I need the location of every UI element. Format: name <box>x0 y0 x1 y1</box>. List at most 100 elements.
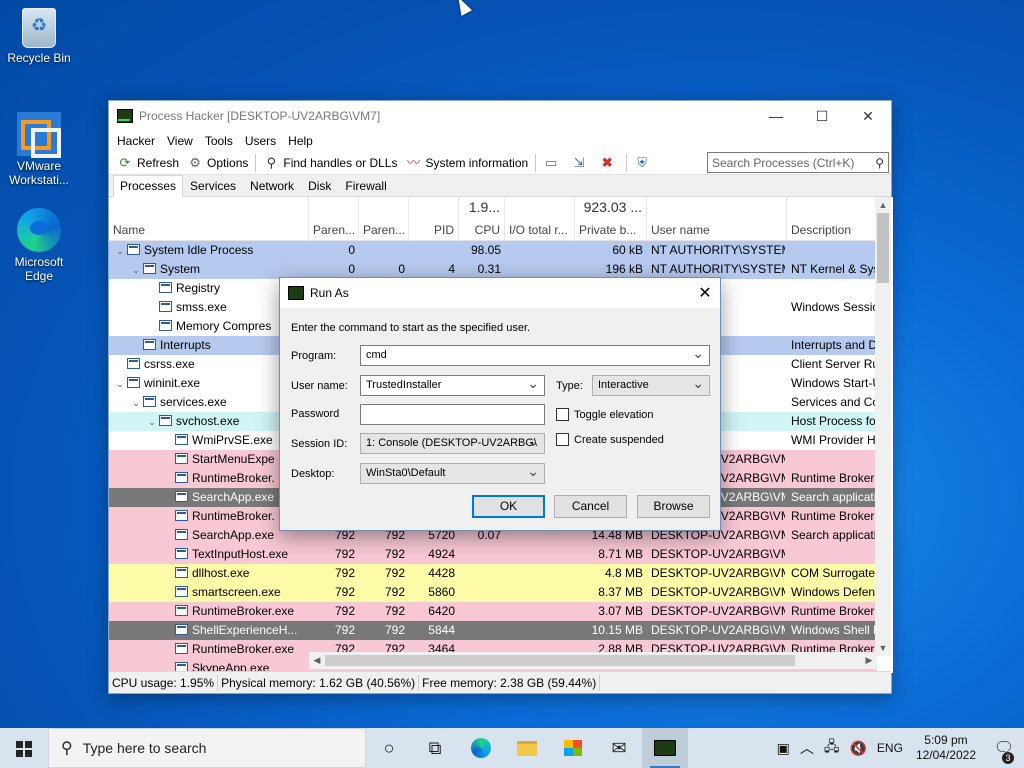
close-button[interactable]: ✕ <box>845 101 891 131</box>
desktop-combobox[interactable]: WinSta0\Default <box>360 463 545 484</box>
refresh-button[interactable]: ⟳ Refresh <box>113 152 183 174</box>
desktop-icon-edge[interactable]: Microsoft Edge <box>2 208 76 283</box>
scroll-right-icon[interactable]: ▶ <box>861 652 877 669</box>
refresh-icon: ⟳ <box>119 154 131 170</box>
process-icon <box>175 529 188 540</box>
volume-muted-icon[interactable]: 🔇 <box>844 740 871 757</box>
window-icon-button[interactable]: ▭ <box>539 152 567 174</box>
cell-pid: 5860 <box>428 585 455 599</box>
hscroll-thumb[interactable] <box>325 655 795 666</box>
dialog-close-button[interactable]: ✕ <box>690 283 720 303</box>
action-center-button[interactable]: 🗨 3 <box>984 738 1024 764</box>
column-private-bytes[interactable]: 923.03 ... Private b... <box>575 197 647 241</box>
column-user[interactable]: User name <box>647 197 787 241</box>
password-field[interactable] <box>360 404 545 425</box>
column-io[interactable]: I/O total r... <box>505 197 575 241</box>
column-parent2[interactable]: Paren... <box>359 197 409 241</box>
minimize-button[interactable]: — <box>753 101 799 131</box>
program-combobox[interactable]: cmd <box>360 345 710 366</box>
meet-now-icon[interactable]: ▣ <box>772 740 795 757</box>
options-label: Options <box>207 155 249 170</box>
session-id-combobox[interactable]: 1: Console (DESKTOP-UV2ARBG\ <box>360 433 545 454</box>
process-name: services.exe <box>160 395 227 409</box>
taskbar-search-box[interactable]: ⚲ Type here to search <box>48 728 366 768</box>
clock[interactable]: 5:09 pm 12/04/2022 <box>908 733 984 763</box>
tab-processes[interactable]: Processes <box>113 175 184 197</box>
ok-button[interactable]: OK <box>472 495 545 518</box>
menu-help[interactable]: Help <box>282 134 319 148</box>
cell-description: Client Server Run <box>791 357 875 371</box>
scroll-up-icon[interactable]: ▲ <box>875 197 891 213</box>
cortana-button[interactable]: ○ <box>366 728 412 768</box>
process-row[interactable]: TextInputHost.exe 792 792 4924 8.71 MB DESKTO… <box>109 545 877 564</box>
process-row[interactable]: dllhost.exe 792 792 4428 4.8 MB DESKTOP-UV2AR… <box>109 564 877 583</box>
tree-expander-icon[interactable]: ⌄ <box>113 379 127 390</box>
options-button[interactable]: ⚙ Options <box>183 152 252 174</box>
process-row[interactable]: ShellExperienceH... 792 792 5844 10.15 MB DES… <box>109 621 877 640</box>
terminate-button[interactable]: ✖ <box>595 152 623 174</box>
tree-expander-icon[interactable]: ⌄ <box>113 246 127 257</box>
store-button[interactable] <box>550 728 596 768</box>
program-label: Program: <box>291 350 337 362</box>
tab-firewall[interactable]: Firewall <box>338 175 393 196</box>
process-name: Interrupts <box>160 338 211 352</box>
username-combobox[interactable]: TrustedInstaller <box>360 375 545 396</box>
elevation-button[interactable]: ⛨ <box>630 152 658 174</box>
column-name[interactable]: Name <box>109 197 309 241</box>
cancel-button[interactable]: Cancel <box>554 495 627 518</box>
scroll-left-icon[interactable]: ◀ <box>309 652 325 669</box>
scroll-thumb[interactable] <box>877 213 889 283</box>
find-handles-button[interactable]: ⚲ Find handles or DLLs <box>259 152 401 174</box>
tab-disk[interactable]: Disk <box>301 175 338 196</box>
folder-icon <box>517 740 537 756</box>
menu-hacker[interactable]: Hacker <box>111 134 161 148</box>
dialog-titlebar[interactable]: Run As ✕ <box>280 278 720 308</box>
process-row[interactable]: smartscreen.exe 792 792 5860 8.37 MB DESKTOP-… <box>109 583 877 602</box>
process-icon <box>143 339 156 350</box>
tree-expander-icon[interactable]: ⌄ <box>129 398 143 409</box>
column-description[interactable]: Description <box>787 197 877 241</box>
process-name: smartscreen.exe <box>192 585 281 599</box>
start-button[interactable] <box>0 728 48 768</box>
tree-expander-icon[interactable]: ⌄ <box>129 265 143 276</box>
tab-services[interactable]: Services <box>183 175 243 196</box>
desktop-icon-recycle-bin[interactable]: Recycle Bin <box>2 8 76 65</box>
task-view-button[interactable]: ⧉ <box>412 728 458 768</box>
toggle-elevation-checkbox[interactable]: Toggle elevation <box>556 408 654 421</box>
window-titlebar[interactable]: Process Hacker [DESKTOP-UV2ARBG\VM7] — ☐… <box>109 101 891 131</box>
column-pid[interactable]: PID <box>409 197 459 241</box>
checkbox-box[interactable] <box>556 433 569 446</box>
menu-tools[interactable]: Tools <box>199 134 239 148</box>
file-explorer-button[interactable] <box>504 728 550 768</box>
mail-button[interactable]: ✉ <box>596 728 642 768</box>
vertical-scrollbar[interactable]: ▲ ▼ <box>875 197 891 656</box>
menu-view[interactable]: View <box>161 134 199 148</box>
session-id-label: Session ID: <box>291 438 348 450</box>
column-parent2-label: Paren... <box>363 223 404 237</box>
browse-button[interactable]: Browse <box>637 495 710 518</box>
scroll-down-icon[interactable]: ▼ <box>875 640 891 656</box>
system-information-button[interactable]: 〰 System information <box>401 152 532 174</box>
horizontal-scrollbar[interactable]: ◀ ▶ <box>309 652 877 669</box>
tab-network[interactable]: Network <box>243 175 301 196</box>
process-name: svchost.exe <box>176 414 240 428</box>
edge-taskbar-button[interactable] <box>458 728 504 768</box>
checkbox-box[interactable] <box>556 408 569 421</box>
network-icon[interactable]: 🖧 <box>819 736 845 760</box>
tree-expander-icon[interactable]: ⌄ <box>145 417 159 428</box>
menu-users[interactable]: Users <box>239 134 282 148</box>
column-parent1[interactable]: Paren... <box>309 197 359 241</box>
maximize-button[interactable]: ☐ <box>799 101 845 131</box>
desktop-icon-vmware[interactable]: VMware Workstati... <box>2 112 76 187</box>
type-combobox[interactable]: Interactive <box>592 375 710 396</box>
process-hacker-taskbar-button[interactable] <box>642 728 688 768</box>
chevron-up-icon[interactable]: ︿ <box>795 738 819 758</box>
language-indicator[interactable]: ENG <box>872 741 908 755</box>
column-cpu[interactable]: 1.9... CPU <box>459 197 505 241</box>
process-icon <box>143 396 156 407</box>
process-row[interactable]: RuntimeBroker.exe 792 792 6420 3.07 MB DESKTO… <box>109 602 877 621</box>
search-processes-input[interactable]: Search Processes (Ctrl+K) ⚲ <box>707 152 889 173</box>
go-to-window-button[interactable]: ⇲ <box>567 152 595 174</box>
process-row[interactable]: ⌄ System Idle Process 0 98.05 60 kB NT AUTHOR… <box>109 241 877 260</box>
create-suspended-checkbox[interactable]: Create suspended <box>556 433 664 446</box>
